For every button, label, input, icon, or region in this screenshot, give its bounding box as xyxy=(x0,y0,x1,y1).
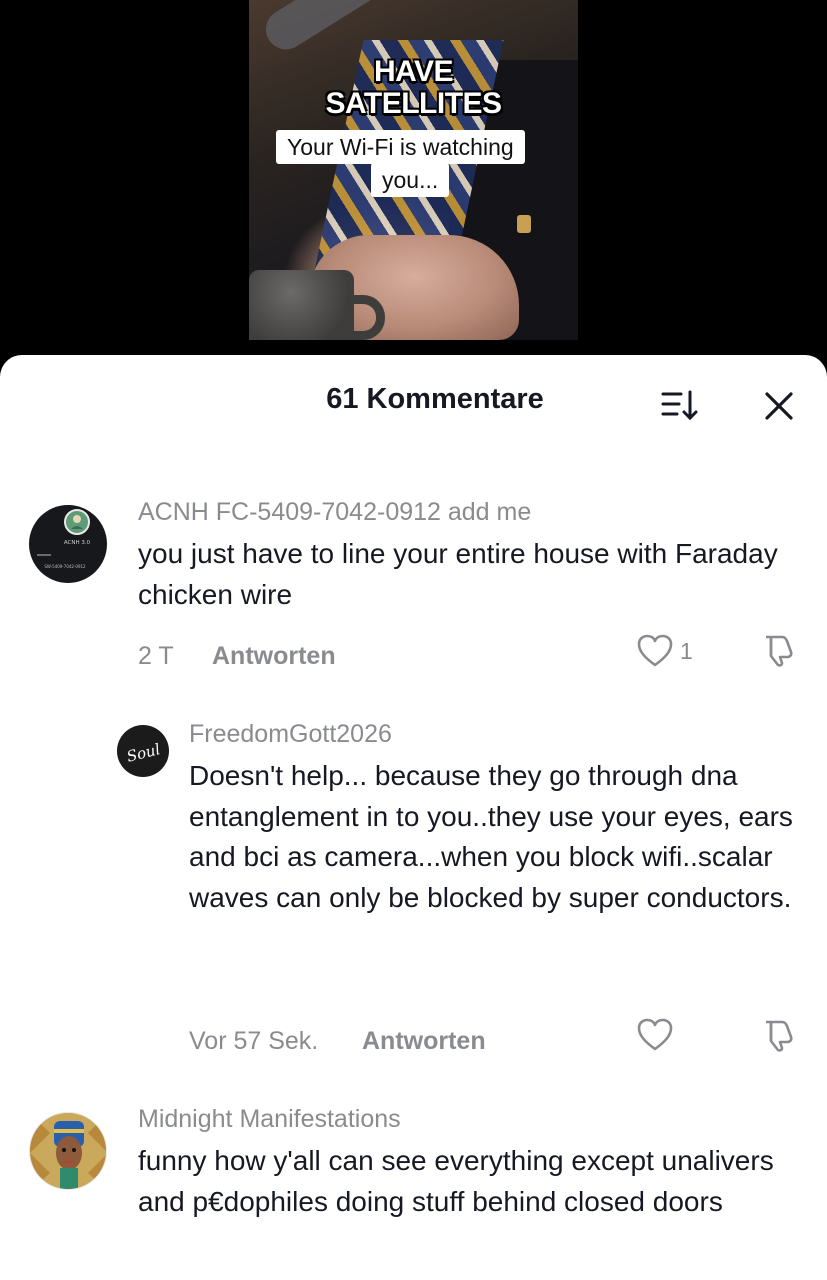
avatar[interactable]: Soul xyxy=(117,725,169,777)
comment-username[interactable]: ACNH FC-5409-7042-0912 add me xyxy=(138,498,531,527)
video-caption-line1: Your Wi-Fi is watching xyxy=(276,130,525,164)
avatar[interactable] xyxy=(29,1112,107,1190)
avatar-label: ACNH 3.0 xyxy=(64,540,91,546)
comment-text: Doesn't help... because they go through … xyxy=(189,760,793,913)
comment-text: you just have to line your entire house … xyxy=(138,538,778,610)
dislike-icon[interactable] xyxy=(760,1017,796,1053)
heart-icon xyxy=(637,1018,673,1051)
comment-time: Vor 57 Sek. xyxy=(189,1027,319,1055)
sort-icon[interactable] xyxy=(660,387,700,423)
video-frame[interactable]: HAVE SATELLITES Your Wi-Fi is watching y… xyxy=(249,0,578,340)
video-player[interactable]: HAVE SATELLITES Your Wi-Fi is watching y… xyxy=(0,0,827,380)
avatar-image xyxy=(30,1113,106,1189)
avatar[interactable]: ACNH 3.0 SW-5409-7042-0912 xyxy=(29,505,107,583)
comment-username[interactable]: Midnight Manifestations xyxy=(138,1105,401,1134)
comments-sheet: 61 Kommentare ACNH 3.0 SW-5409-7042-0912 xyxy=(0,355,827,1280)
comment-text: funny how y'all can see everything excep… xyxy=(138,1145,774,1217)
avatar-image: ACNH 3.0 SW-5409-7042-0912 xyxy=(37,509,91,569)
avatar-image: Soul xyxy=(125,740,162,766)
video-mug xyxy=(249,270,354,340)
dislike-icon[interactable] xyxy=(760,632,796,668)
avatar-label: Soul xyxy=(125,740,162,766)
comments-count-title: 61 Kommentare xyxy=(326,383,544,415)
close-icon[interactable] xyxy=(762,389,796,423)
like-button[interactable]: 1 xyxy=(636,633,693,669)
video-brooch xyxy=(517,215,531,233)
reply-button[interactable]: Antworten xyxy=(362,1027,486,1056)
avatar-sublabel: SW-5409-7042-0912 xyxy=(44,564,86,569)
video-caption-line2: you... xyxy=(371,163,450,197)
comment-username[interactable]: FreedomGott2026 xyxy=(189,720,392,749)
comment-time: 2 T xyxy=(138,642,174,670)
like-button[interactable] xyxy=(636,1017,674,1053)
reply-button[interactable]: Antworten xyxy=(212,642,336,671)
video-overlay-line2: SATELLITES xyxy=(325,87,502,120)
like-count: 1 xyxy=(680,637,693,664)
video-overlay-line1: HAVE xyxy=(373,55,454,88)
heart-icon xyxy=(637,634,673,667)
